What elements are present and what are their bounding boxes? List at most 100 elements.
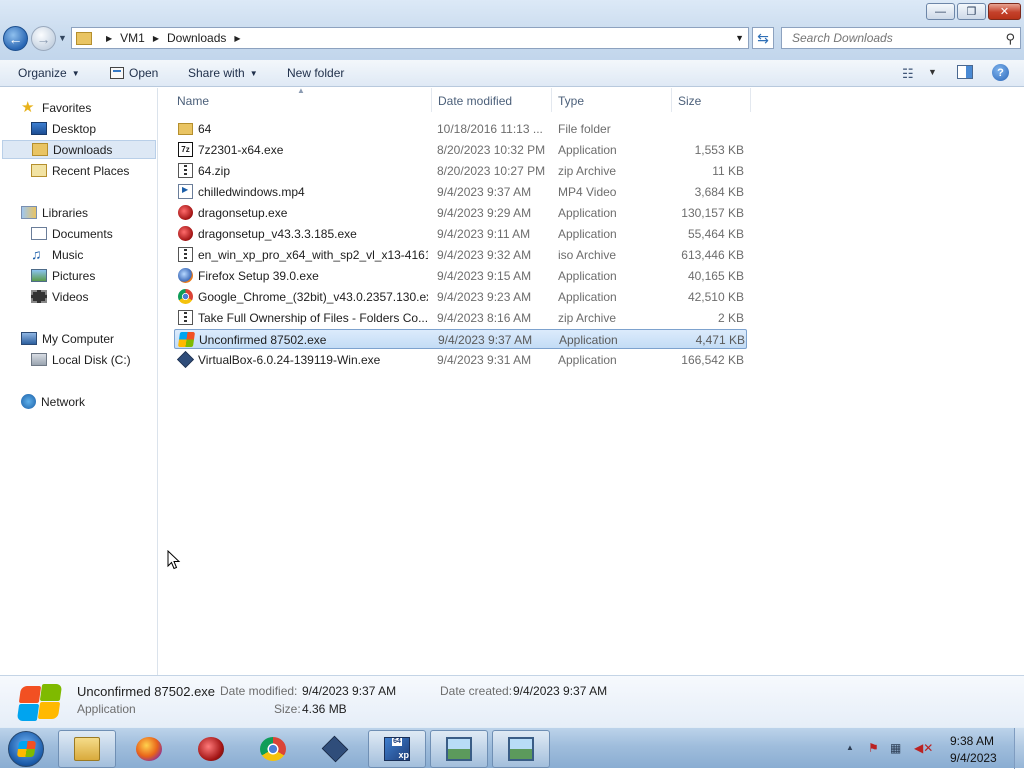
address-dropdown-icon[interactable]: ▼ [735, 33, 744, 43]
nav-favorites[interactable]: ★ Favorites [0, 98, 158, 117]
column-header-date-modified[interactable]: Date modified [438, 94, 512, 112]
file-row[interactable]: 64 10/18/2016 11:13 ... File folder [174, 119, 747, 139]
change-view-icon[interactable]: ☷ [902, 66, 914, 82]
volume-muted-icon[interactable]: ◀✕ [914, 741, 933, 755]
nav-desktop[interactable]: Desktop [0, 119, 158, 138]
recent-places-icon [31, 164, 47, 177]
show-hidden-icons-button[interactable]: ▲ [846, 743, 854, 752]
maximize-button[interactable]: ❐ [957, 3, 986, 20]
nav-music[interactable]: ♫ Music [0, 245, 158, 264]
file-row[interactable]: 64.zip 8/20/2023 10:27 PM zip Archive 11 KB [174, 161, 747, 181]
file-type: File folder [558, 122, 611, 136]
taskbar-virtualbox[interactable] [306, 730, 364, 768]
file-name: Google_Chrome_(32bit)_v43.0.2357.130.exe [198, 290, 428, 304]
taskbar-dragon[interactable] [182, 730, 240, 768]
file-row[interactable]: VirtualBox-6.0.24-139119-Win.exe 9/4/2023… [174, 350, 747, 370]
help-icon[interactable]: ? [992, 64, 1009, 81]
file-name: Firefox Setup 39.0.exe [198, 269, 319, 283]
nav-documents[interactable]: Documents [0, 224, 158, 243]
organize-button[interactable]: Organize ▼ [18, 65, 80, 81]
file-row[interactable]: Take Full Ownership of Files - Folders C… [174, 308, 747, 328]
file-date-modified: 9/4/2023 9:23 AM [437, 290, 532, 304]
nav-label: Libraries [42, 205, 89, 220]
nav-pictures[interactable]: Pictures [0, 266, 158, 285]
column-divider[interactable] [750, 88, 751, 112]
nav-libraries[interactable]: Libraries [0, 203, 158, 222]
recent-pages-dropdown[interactable]: ▼ [58, 33, 67, 43]
file-date-modified: 9/4/2023 9:32 AM [437, 248, 532, 262]
show-desktop-button[interactable] [1014, 728, 1024, 769]
command-bar: Organize ▼ Open Share with ▼ New folder [0, 60, 1024, 87]
clock-time[interactable]: 9:38 AM [950, 734, 994, 748]
taskbar-xp-vm[interactable]: 64 xp [368, 730, 426, 768]
file-size: 42,510 KB [687, 290, 744, 304]
back-button[interactable]: ← [3, 26, 28, 51]
close-button[interactable]: ✕ [988, 3, 1021, 20]
file-row[interactable]: dragonsetup_v43.3.3.185.exe 9/4/2023 9:11… [174, 224, 747, 244]
column-header-name[interactable]: Name [177, 94, 209, 112]
breadcrumb-chevron-icon[interactable]: ▶ [153, 34, 159, 43]
breadcrumb-vm1[interactable]: VM1 [120, 31, 145, 45]
desktop-icon [31, 122, 47, 135]
file-row[interactable]: 7z 7z2301-x64.exe 8/20/2023 10:32 PM Applic… [174, 140, 747, 160]
nav-videos[interactable]: Videos [0, 287, 158, 306]
file-type: Application [558, 227, 617, 241]
file-date-modified: 9/4/2023 9:15 AM [437, 269, 532, 283]
search-box[interactable]: ⚲ [781, 27, 1021, 49]
folder-icon [74, 737, 100, 761]
nav-label: Recent Places [52, 163, 130, 178]
nav-recent-places[interactable]: Recent Places [0, 161, 158, 180]
chevron-down-icon: ▼ [249, 68, 258, 78]
forward-button[interactable]: → [31, 26, 56, 51]
file-row[interactable]: Firefox Setup 39.0.exe 9/4/2023 9:15 AM Ap… [174, 266, 747, 286]
taskbar-image-viewer-1[interactable] [430, 730, 488, 768]
file-row[interactable]: chilledwindows.mp4 9/4/2023 9:37 AM MP4 Vi… [174, 182, 747, 202]
column-header-size[interactable]: Size [678, 94, 701, 112]
nav-local-disk[interactable]: Local Disk (C:) [0, 350, 158, 369]
file-date-modified: 8/20/2023 10:27 PM [437, 164, 546, 178]
taskbar-image-viewer-2[interactable] [492, 730, 550, 768]
preview-pane-icon[interactable] [957, 65, 973, 79]
column-divider[interactable] [671, 88, 672, 112]
details-date-modified-label: Date modified: [220, 684, 298, 698]
file-date-modified: 9/4/2023 9:11 AM [437, 227, 531, 241]
file-type: MP4 Video [558, 185, 617, 199]
file-row[interactable]: en_win_xp_pro_x64_with_sp2_vl_x13-4161..… [174, 245, 747, 265]
new-folder-button[interactable]: New folder [287, 65, 344, 81]
taskbar-chrome[interactable] [244, 730, 302, 768]
action-center-icon[interactable]: ⚑ [868, 741, 879, 755]
minimize-button[interactable]: — [926, 3, 955, 20]
file-row[interactable]: Unconfirmed 87502.exe 9/4/2023 9:37 AM App… [174, 329, 747, 349]
share-with-button[interactable]: Share with ▼ [188, 65, 258, 81]
sort-ascending-icon: ▲ [297, 86, 305, 95]
column-divider[interactable] [551, 88, 552, 112]
open-button[interactable]: Open [110, 65, 158, 81]
breadcrumb-chevron-icon[interactable]: ▶ [234, 34, 240, 43]
nav-network[interactable]: Network [0, 392, 158, 411]
search-input[interactable] [790, 30, 990, 46]
clock-date[interactable]: 9/4/2023 [950, 751, 997, 765]
nav-label: Documents [52, 226, 113, 241]
nav-downloads[interactable]: Downloads [2, 140, 156, 159]
breadcrumb-chevron-icon[interactable]: ▶ [106, 34, 112, 43]
nav-my-computer[interactable]: My Computer [0, 329, 158, 348]
refresh-button[interactable]: ⇆ [752, 27, 774, 49]
taskbar-explorer[interactable] [58, 730, 116, 768]
file-type: Application [559, 333, 618, 347]
file-row[interactable]: Google_Chrome_(32bit)_v43.0.2357.130.exe… [174, 287, 747, 307]
view-options-dropdown[interactable]: ▼ [928, 67, 937, 77]
nav-label: Music [52, 247, 84, 262]
file-name: dragonsetup_v43.3.3.185.exe [198, 227, 357, 241]
pictures-icon [31, 269, 47, 282]
column-header-type[interactable]: Type [558, 94, 584, 112]
file-row[interactable]: dragonsetup.exe 9/4/2023 9:29 AM Applicati… [174, 203, 747, 223]
network-tray-icon[interactable]: ▦ [890, 741, 901, 755]
search-icon[interactable]: ⚲ [1005, 31, 1015, 47]
start-button[interactable] [8, 731, 44, 767]
minimize-icon: — [935, 5, 946, 18]
downloads-folder-icon [32, 143, 48, 156]
column-divider[interactable] [431, 88, 432, 112]
breadcrumb-downloads[interactable]: Downloads [167, 31, 226, 45]
taskbar-firefox[interactable] [120, 730, 178, 768]
address-bar[interactable]: ▶ VM1 ▶ Downloads ▶ ▼ [71, 27, 749, 49]
